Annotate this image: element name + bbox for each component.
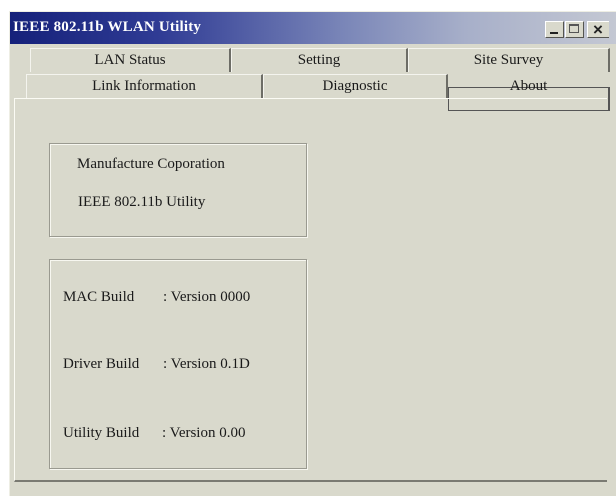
title-bar[interactable]: IEEE 802.11b WLAN Utility × bbox=[10, 12, 616, 44]
tab-site-survey[interactable]: Site Survey bbox=[408, 48, 610, 72]
tab-label: Site Survey bbox=[473, 52, 544, 68]
tab-label: Diagnostic bbox=[322, 78, 388, 94]
mac-build-label: MAC Build bbox=[63, 289, 135, 305]
tab-label: LAN Status bbox=[94, 52, 166, 68]
maximize-icon bbox=[569, 24, 579, 33]
tab-label: About bbox=[509, 78, 548, 94]
mac-build-value: : Version 0000 bbox=[163, 289, 251, 305]
close-icon: × bbox=[593, 20, 603, 39]
minimize-button[interactable] bbox=[545, 21, 564, 38]
close-button[interactable]: × bbox=[587, 20, 609, 39]
maximize-button[interactable] bbox=[565, 21, 584, 38]
company-name: Manufacture Coporation bbox=[77, 156, 225, 172]
utility-build-label: Utility Build bbox=[63, 425, 140, 441]
tab-lan-status[interactable]: LAN Status bbox=[30, 48, 231, 72]
driver-build-value: : Version 0.1D bbox=[163, 356, 250, 372]
tab-link-information[interactable]: Link Information bbox=[26, 74, 263, 98]
minimize-icon bbox=[550, 32, 558, 34]
tab-diagnostic[interactable]: Diagnostic bbox=[263, 74, 448, 98]
tab-setting[interactable]: Setting bbox=[231, 48, 408, 72]
tab-label: Setting bbox=[297, 52, 341, 68]
utility-build-value: : Version 0.00 bbox=[162, 425, 246, 441]
driver-build-label: Driver Build bbox=[63, 356, 140, 372]
product-name: IEEE 802.11b Utility bbox=[78, 194, 206, 210]
window-title: IEEE 802.11b WLAN Utility bbox=[13, 19, 202, 35]
tab-label: Link Information bbox=[92, 78, 196, 94]
